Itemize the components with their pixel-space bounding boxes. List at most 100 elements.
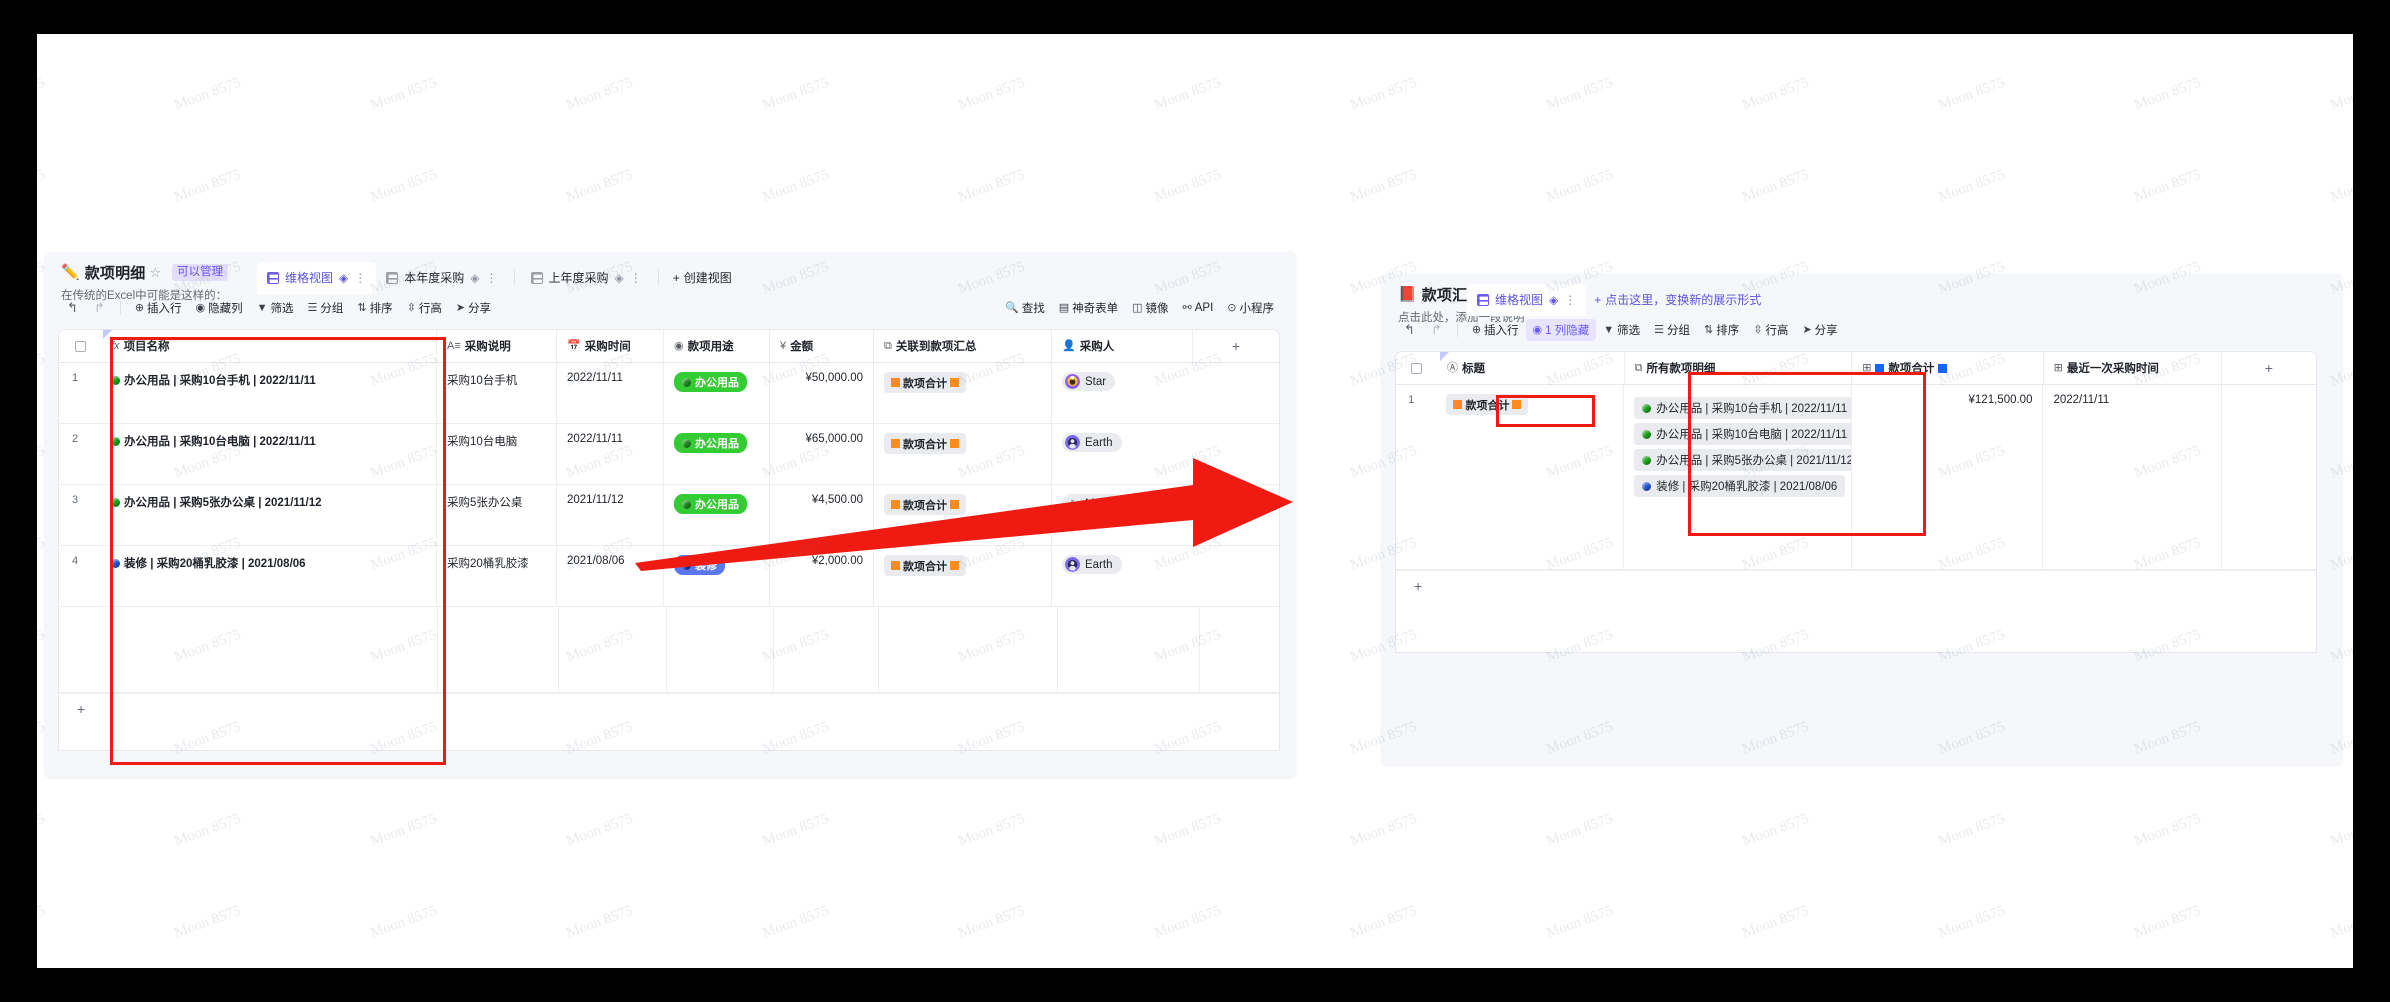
- cell-purchase-desc[interactable]: 采购10台手机: [437, 363, 557, 423]
- left-toolbar-api[interactable]: ⚯ API: [1176, 299, 1221, 317]
- right-add-row-button[interactable]: +: [1396, 570, 2316, 601]
- cell-project-name[interactable]: 办公用品 | 采购10台电脑 | 2022/11/11: [101, 424, 437, 484]
- cell-purchase-desc[interactable]: 采购10台电脑: [437, 424, 557, 484]
- linked-record-chip[interactable]: 装修 | 采购20桶乳胶漆 | 2021/08/06: [1634, 475, 1846, 497]
- cell-link[interactable]: 款项合计: [874, 363, 1052, 423]
- watermark-text: Moon 8575: [564, 74, 636, 114]
- linked-record-chip[interactable]: 办公用品 | 采购10台电脑 | 2022/11/11: [1634, 423, 1851, 445]
- right-create-view-button[interactable]: + 点击这里，变换新的展示形式: [1586, 284, 1769, 316]
- right-add-column-button[interactable]: +: [2222, 352, 2316, 384]
- left-toolbar-miniprogram[interactable]: ⊙ 小程序: [1220, 297, 1281, 319]
- cell-text: Earth: [1085, 436, 1113, 449]
- left-column-header-project-name[interactable]: fx 项目名称: [101, 330, 437, 362]
- left-column-header-purchase-desc[interactable]: A≡ 采购说明: [437, 330, 557, 362]
- left-toolbar-sort[interactable]: ⇅ 排序: [350, 297, 399, 319]
- right-toolbar-sort[interactable]: ⇅ 排序: [1697, 319, 1746, 341]
- table-row[interactable]: 1 款项合计 办公用品 | 采购10台手机 | 2022/11/11 办公用品 …: [1396, 385, 2316, 570]
- watermark-text: Moon 8575: [956, 166, 1028, 206]
- more-options-icon[interactable]: ⋮: [354, 272, 366, 284]
- right-column-header-all-details[interactable]: ⧉ 所有款项明细: [1625, 352, 1853, 384]
- undo-icon[interactable]: ↰: [59, 297, 86, 319]
- right-view-tab-grid[interactable]: 维格视图 ◈ ⋮: [1467, 284, 1587, 316]
- watermark-text: Moon 8575: [1544, 166, 1616, 206]
- cell-total[interactable]: ¥121,500.00: [1852, 385, 2044, 569]
- left-toolbar-group[interactable]: ☰ 分组: [301, 297, 351, 319]
- linked-record-chip[interactable]: 办公用品 | 采购5张办公桌 | 2021/11/12: [1634, 449, 1851, 471]
- watermark-text: Moon 8575: [172, 166, 244, 206]
- watermark-text: Moon 8575: [172, 902, 244, 942]
- undo-icon[interactable]: ↰: [1396, 319, 1423, 341]
- right-toolbar-insert-row[interactable]: ⊕ 插入行: [1465, 319, 1526, 341]
- left-toolbar-search[interactable]: 🔍 查找: [998, 297, 1052, 319]
- cell-text: 办公用品 | 采购5张办公桌 | 2021/11/12: [124, 497, 322, 509]
- redo-icon[interactable]: ↱: [86, 297, 113, 319]
- right-select-all-checkbox[interactable]: [1396, 352, 1449, 384]
- left-column-header-amount[interactable]: ¥ 金额: [770, 330, 874, 362]
- column-label: 所有款项明细: [1646, 363, 1716, 375]
- toolbar-label: 行高: [418, 303, 442, 315]
- left-toolbar-share[interactable]: ➤ 分享: [449, 297, 498, 319]
- left-add-column-button[interactable]: +: [1193, 330, 1279, 362]
- left-select-all-checkbox[interactable]: [59, 330, 112, 362]
- sync-icon[interactable]: ◈: [470, 272, 479, 284]
- right-toolbar-filter[interactable]: ▼ 筛选: [1596, 319, 1647, 341]
- left-column-header-usage[interactable]: ◉ 款项用途: [664, 330, 770, 362]
- cell-project-name[interactable]: 办公用品 | 采购5张办公桌 | 2021/11/12: [101, 485, 437, 545]
- orange-square-icon: [1453, 400, 1463, 409]
- sort-icon: ⇅: [357, 301, 367, 314]
- left-toolbar-insert-row[interactable]: ⊕ 插入行: [128, 297, 189, 319]
- right-toolbar-hidden-columns[interactable]: ◉ 1 列隐藏: [1525, 319, 1597, 341]
- column-label: 款项用途: [687, 341, 734, 353]
- left-toolbar-hide-column[interactable]: ◉ 隐藏列: [189, 297, 250, 319]
- left-add-row-button[interactable]: +: [59, 693, 1279, 724]
- table-row[interactable]: 1 办公用品 | 采购10台手机 | 2022/11/11 采购10台手机 20…: [59, 363, 1279, 424]
- left-toolbar-row-height[interactable]: ⇳ 行高: [400, 297, 449, 319]
- cell-project-name[interactable]: 装修 | 采购20桶乳胶漆 | 2021/08/06: [101, 546, 437, 606]
- left-view-tab-this-year[interactable]: 本年度采购 ◈ ⋮: [376, 262, 507, 294]
- right-toolbar-row-height[interactable]: ⇳ 行高: [1746, 319, 1795, 341]
- cell-purchase-date[interactable]: 2022/11/11: [557, 363, 664, 423]
- left-view-tab-grid[interactable]: 维格视图 ◈ ⋮: [257, 262, 377, 294]
- text-icon: Ⓐ: [1446, 361, 1458, 374]
- left-toolbar-mirror[interactable]: ◫ 镜像: [1125, 297, 1175, 319]
- toolbar-label: 筛选: [1617, 325, 1641, 337]
- cell-purchaser[interactable]: Star: [1052, 363, 1279, 423]
- watermark-text: Moon 8575: [2132, 166, 2204, 206]
- watermark-text: Moon 8575: [564, 902, 636, 942]
- right-column-header-total[interactable]: ⊞ 款项合计: [1852, 352, 2044, 384]
- right-toolbar-group[interactable]: ☰ 分组: [1647, 319, 1697, 341]
- left-toolbar-magic-form[interactable]: ▤ 神奇表单: [1052, 297, 1125, 319]
- share-icon: ➤: [1802, 323, 1812, 336]
- cell-title[interactable]: 款项合计: [1436, 385, 1625, 569]
- cell-last-purchase-date[interactable]: 2022/11/11: [2043, 385, 2222, 569]
- cell-amount[interactable]: ¥50,000.00: [770, 363, 874, 423]
- left-create-view-button[interactable]: + 创建视图: [665, 262, 740, 294]
- row-height-icon: ⇳: [406, 301, 416, 314]
- cell-project-name[interactable]: 办公用品 | 采购10台手机 | 2022/11/11: [101, 363, 437, 423]
- right-column-header-last-purchase[interactable]: ⊞ 最近一次采购时间: [2044, 352, 2222, 384]
- left-toolbar-filter[interactable]: ▼ 筛选: [250, 297, 301, 319]
- cell-purchase-desc[interactable]: 采购20桶乳胶漆: [437, 546, 557, 606]
- sync-icon[interactable]: ◈: [1549, 294, 1558, 306]
- right-toolbar-share[interactable]: ➤ 分享: [1795, 319, 1844, 341]
- left-column-header-purchaser[interactable]: 👤 采购人: [1052, 330, 1193, 362]
- right-column-header-title[interactable]: Ⓐ 标题: [1437, 352, 1625, 384]
- more-options-icon[interactable]: ⋮: [630, 272, 642, 284]
- more-options-icon[interactable]: ⋮: [486, 272, 498, 284]
- left-column-header-link[interactable]: ⧉ 关联到款项汇总: [874, 330, 1052, 362]
- status-dot-icon: [111, 497, 120, 507]
- cell-usage[interactable]: 办公用品: [664, 363, 770, 423]
- sync-icon[interactable]: ◈: [339, 272, 348, 284]
- column-label: 采购人: [1079, 341, 1115, 353]
- cell-purchase-desc[interactable]: 采购5张办公桌: [437, 485, 557, 545]
- linked-record-chip[interactable]: 办公用品 | 采购10台手机 | 2022/11/11: [1634, 397, 1851, 419]
- redo-icon[interactable]: ↱: [1423, 319, 1450, 341]
- red-book-icon: 📕: [1398, 286, 1417, 303]
- left-column-header-purchase-date[interactable]: 📅 采购时间: [557, 330, 664, 362]
- more-options-icon[interactable]: ⋮: [1564, 294, 1576, 306]
- star-icon[interactable]: ☆: [150, 265, 162, 281]
- sync-icon[interactable]: ◈: [615, 272, 624, 284]
- cell-all-details[interactable]: 办公用品 | 采购10台手机 | 2022/11/11 办公用品 | 采购10台…: [1624, 385, 1852, 569]
- left-view-tab-last-year[interactable]: 上年度采购 ◈ ⋮: [521, 262, 652, 294]
- eye-icon: ◉: [195, 301, 206, 314]
